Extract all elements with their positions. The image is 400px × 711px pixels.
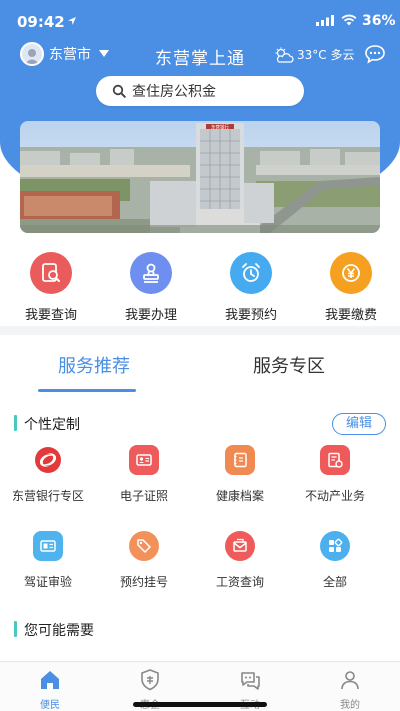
service-label: 东营银行专区 bbox=[11, 489, 84, 503]
id-card-icon bbox=[129, 445, 159, 475]
banner-image[interactable]: 东营银行 bbox=[20, 121, 380, 233]
battery-percentage: 36% bbox=[362, 13, 396, 29]
search-input[interactable]: 查住房公积金 bbox=[96, 76, 304, 106]
city-photo: 东营银行 bbox=[20, 121, 380, 233]
wage-envelope-icon bbox=[225, 531, 255, 561]
section-divider bbox=[0, 326, 400, 335]
stamp-icon bbox=[130, 252, 172, 294]
enterprise-shield-icon bbox=[141, 669, 159, 691]
message-icon[interactable] bbox=[364, 44, 386, 64]
section-marker bbox=[14, 415, 17, 431]
health-record-icon bbox=[225, 445, 255, 475]
service-real-estate[interactable]: 不动产业务 bbox=[285, 445, 385, 504]
quick-action-query[interactable]: 我要查询 bbox=[11, 252, 91, 323]
wifi-icon bbox=[341, 14, 357, 26]
service-registration[interactable]: 预约挂号 bbox=[94, 531, 194, 590]
tab-service-recommend[interactable]: 服务推荐 bbox=[58, 352, 130, 378]
quick-action-appointment[interactable]: 我要预约 bbox=[211, 252, 291, 323]
quick-action-label: 我要办理 bbox=[124, 308, 177, 323]
quick-action-handle[interactable]: 我要办理 bbox=[111, 252, 191, 323]
section-title-maybe-needed: 您可能需要 bbox=[24, 623, 94, 639]
nav-item-convenience[interactable]: 便民 bbox=[20, 668, 80, 711]
cellular-signal-icon bbox=[316, 15, 334, 26]
service-e-license[interactable]: 电子证照 bbox=[94, 445, 194, 504]
location-arrow-icon bbox=[68, 17, 76, 25]
nav-label: 我的 bbox=[340, 700, 360, 711]
partly-cloudy-icon bbox=[275, 47, 294, 63]
section-marker bbox=[14, 621, 17, 637]
quick-action-label: 我要查询 bbox=[24, 308, 77, 323]
property-doc-icon bbox=[320, 445, 350, 475]
service-license-review[interactable]: 驾证审验 bbox=[0, 531, 98, 590]
section-title-custom: 个性定制 bbox=[24, 417, 80, 433]
weather-text: 33°C 多云 bbox=[297, 48, 355, 62]
weather-info: 33°C 多云 bbox=[273, 46, 354, 63]
service-label: 预约挂号 bbox=[119, 575, 168, 589]
building-sign: 东营银行 bbox=[211, 124, 229, 131]
quick-action-payment[interactable]: 我要缴费 bbox=[311, 252, 391, 323]
active-tab-indicator bbox=[38, 389, 136, 392]
service-label: 驾证审验 bbox=[23, 575, 72, 589]
service-wage-query[interactable]: 工资查询 bbox=[190, 531, 290, 590]
license-icon bbox=[33, 531, 63, 561]
yen-coin-icon bbox=[330, 252, 372, 294]
search-icon bbox=[112, 84, 126, 98]
service-label: 全部 bbox=[322, 575, 347, 589]
service-all[interactable]: 全部 bbox=[285, 531, 385, 590]
tab-service-zone[interactable]: 服务专区 bbox=[253, 352, 325, 378]
quick-action-label: 我要缴费 bbox=[324, 308, 377, 323]
query-icon bbox=[30, 252, 72, 294]
bank-logo-icon bbox=[33, 445, 63, 475]
service-label: 不动产业务 bbox=[304, 489, 365, 503]
status-time: 09:42 bbox=[17, 13, 65, 31]
quick-action-label: 我要预约 bbox=[224, 308, 277, 323]
service-health-record[interactable]: 健康档案 bbox=[190, 445, 290, 504]
service-label: 电子证照 bbox=[119, 489, 168, 503]
service-label: 工资查询 bbox=[215, 575, 264, 589]
service-bank-zone[interactable]: 东营银行专区 bbox=[0, 445, 98, 504]
grid-apps-icon bbox=[320, 531, 350, 561]
home-icon bbox=[41, 671, 59, 689]
status-bar: 09:42 36% bbox=[0, 0, 400, 40]
edit-button[interactable]: 编辑 bbox=[332, 413, 386, 435]
home-indicator bbox=[133, 702, 267, 707]
service-label: 健康档案 bbox=[215, 489, 264, 503]
nav-label: 便民 bbox=[40, 700, 60, 711]
chat-bubbles-icon bbox=[241, 672, 260, 690]
search-placeholder: 查住房公积金 bbox=[132, 84, 216, 100]
person-icon bbox=[341, 671, 359, 690]
alarm-clock-icon bbox=[230, 252, 272, 294]
nav-item-mine[interactable]: 我的 bbox=[320, 668, 380, 711]
tag-icon bbox=[129, 531, 159, 561]
